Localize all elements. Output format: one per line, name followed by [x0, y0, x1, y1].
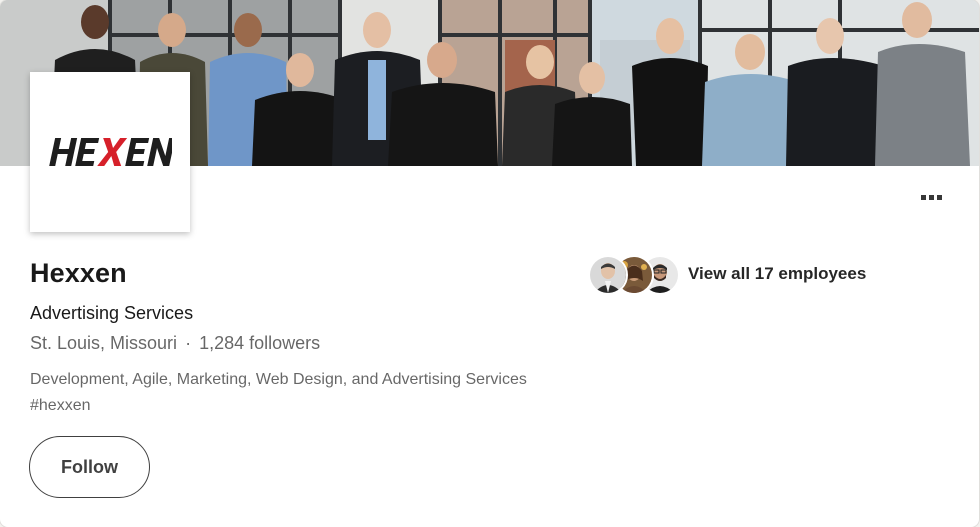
company-location: St. Louis, Missouri	[30, 333, 178, 353]
company-industry: Advertising Services	[30, 303, 194, 323]
ellipsis-icon	[920, 194, 926, 200]
company-meta: St. Louis, Missouri · 1,284 followers	[30, 333, 320, 354]
employee-avatar-1	[588, 255, 628, 295]
company-logo[interactable]	[30, 72, 190, 232]
view-employees-link[interactable]: View all 17 employees	[588, 253, 866, 295]
employee-avatars	[588, 253, 680, 295]
follower-count[interactable]: 1,284 followers	[199, 333, 320, 353]
more-options-button[interactable]	[910, 180, 952, 214]
meta-separator: ·	[185, 333, 192, 353]
company-name: Hexxen	[30, 258, 127, 288]
company-tagline: Development, Agile, Marketing, Web Desig…	[30, 371, 527, 414]
hexen-logo-icon	[49, 138, 172, 166]
company-top-card: Hexxen Advertising Services St. Louis, M…	[0, 0, 979, 527]
view-employees-label[interactable]: View all 17 employees	[688, 264, 866, 284]
follow-button[interactable]: Follow	[29, 436, 150, 498]
